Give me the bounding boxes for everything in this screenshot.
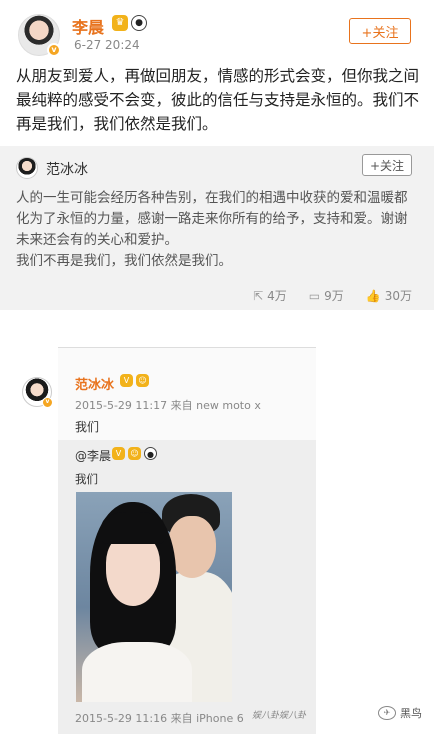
comment-icon: ▭ — [308, 288, 321, 303]
member-face-icon: ☺ — [128, 447, 141, 460]
member-face-icon: ☺ — [136, 374, 149, 387]
bird-logo-icon: ✈ — [378, 706, 396, 720]
member-crown-icon: ♛ — [112, 15, 128, 31]
repost-icon: ⇱ — [253, 288, 264, 303]
repost-author-name[interactable]: 范冰冰 — [46, 159, 88, 179]
verified-icon: v — [42, 397, 53, 408]
panda-icon: ● — [144, 447, 157, 460]
repost-count[interactable]: ⇱ 4万 — [253, 287, 287, 304]
weibo-post-1: v 李晨 ♛ ● 6-27 20:24 +关注 从朋友到爱人，再做回朋友，情感的… — [0, 0, 434, 310]
post-timestamp: 6-27 20:24 — [74, 38, 140, 52]
verified-icon: v — [47, 43, 61, 57]
post-author-name[interactable]: 范冰冰 — [75, 374, 114, 393]
comment-count[interactable]: ▭ 9万 — [309, 287, 344, 304]
verified-v-icon: V — [120, 374, 133, 387]
follow-button[interactable]: +关注 — [362, 154, 412, 176]
repost-timestamp: 2015-5-29 11:16 来自 iPhone 6 — [75, 712, 244, 725]
like-count[interactable]: 👍 30万 — [366, 287, 412, 304]
post-timestamp: 2015-5-29 11:17 来自 new moto x — [75, 399, 261, 412]
couple-photo[interactable] — [76, 492, 232, 702]
repost-stats: ⇱ 4万 ▭ 9万 👍 30万 — [253, 287, 412, 304]
watermark-text: 娱八卦娱八卦 — [252, 711, 307, 721]
watermark-logo: ✈ 黑鸟 — [378, 705, 422, 721]
post-author-name[interactable]: 李晨 — [72, 14, 104, 38]
repost-text: 我们 — [75, 472, 98, 486]
mention-badges: V ☺ ● — [112, 447, 157, 460]
thumbs-up-icon: 👍 — [365, 288, 381, 303]
avatar[interactable]: v — [22, 377, 53, 408]
avatar[interactable] — [16, 157, 38, 179]
panda-icon: ● — [131, 15, 147, 31]
follow-button[interactable]: +关注 — [349, 18, 411, 44]
verified-v-icon: V — [112, 447, 125, 460]
post-text: 我们 — [75, 420, 100, 434]
mention-link[interactable]: @李晨 — [75, 447, 111, 464]
author-badges: V ☺ — [120, 374, 149, 387]
avatar[interactable]: v — [18, 14, 61, 57]
post-text: 从朋友到爱人，再做回朋友，情感的形式会变，但你我之间最纯粹的感受不会变，彼此的信… — [16, 67, 420, 133]
reposted-post[interactable]: 范冰冰 +关注 人的一生可能会经历各种告别，在我们的相遇中收获的爱和温暖都化为了… — [0, 146, 434, 310]
repost-text: 人的一生可能会经历各种告别，在我们的相遇中收获的爱和温暖都化为了永恒的力量，感谢… — [16, 190, 408, 269]
author-badges: ♛ ● — [112, 15, 147, 31]
